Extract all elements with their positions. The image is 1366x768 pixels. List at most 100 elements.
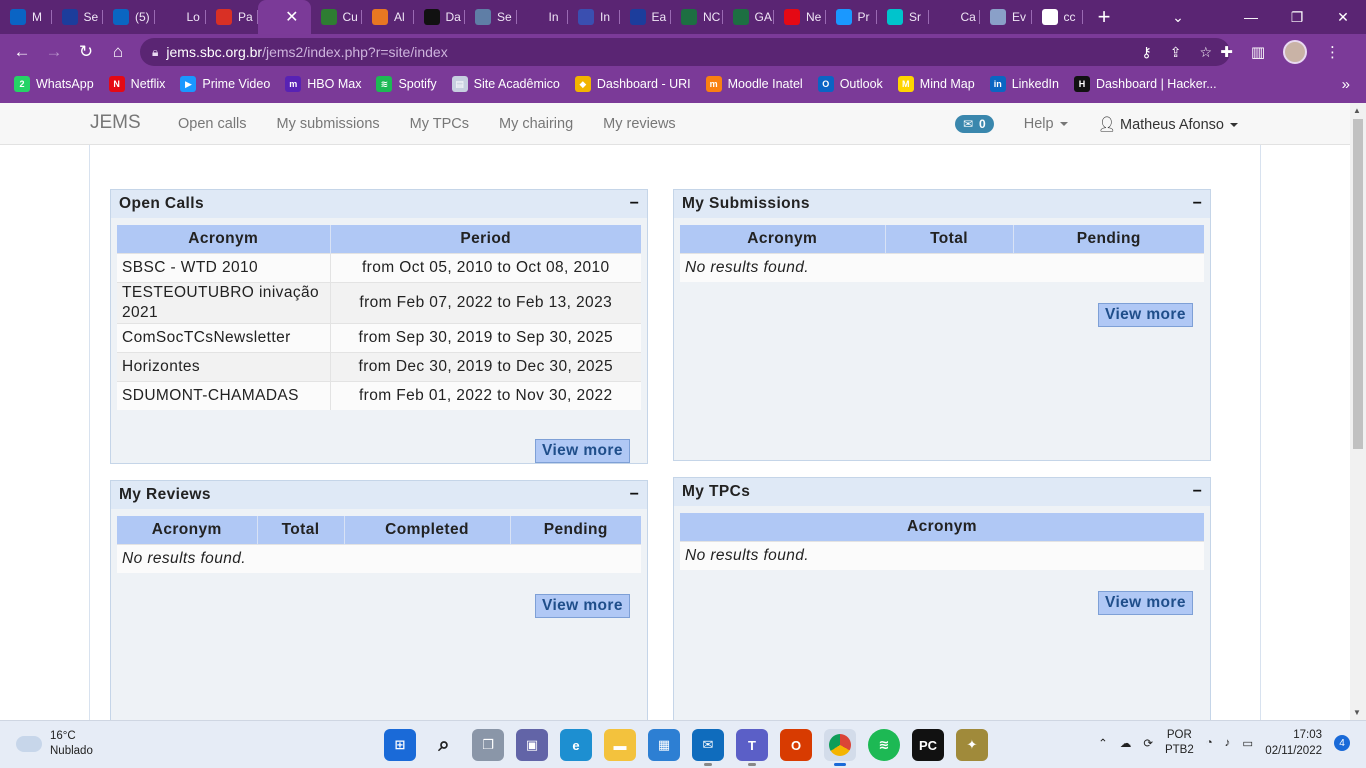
wifi-icon[interactable]: ◔ (1206, 737, 1213, 749)
password-key-icon[interactable]: ⚷ (1141, 44, 1151, 61)
bookmark-item[interactable]: ◆ Dashboard - URI (574, 76, 691, 92)
edge-icon[interactable]: e (560, 729, 592, 761)
restore-icon[interactable]: ❐ (1274, 9, 1320, 26)
share-icon[interactable]: ⇪ (1170, 44, 1182, 61)
browser-menu-icon[interactable]: ⋮ (1325, 43, 1340, 61)
bookmark-item[interactable]: M Mind Map (897, 76, 975, 92)
collapse-icon[interactable]: − (1193, 483, 1202, 501)
start-windows-icon[interactable]: ⊞ (384, 729, 416, 761)
bookmark-item[interactable]: ▶ Prime Video (180, 76, 270, 92)
bookmark-item[interactable]: m Moodle Inatel (705, 76, 803, 92)
scrollbar-thumb[interactable] (1353, 119, 1363, 449)
browser-tab[interactable]: Ca (929, 0, 981, 34)
jems-brand[interactable]: JEMS (90, 112, 141, 134)
acronym-cell[interactable]: ComSocTCsNewsletter (117, 322, 331, 352)
column-header[interactable]: Pending (510, 516, 641, 544)
forward-icon[interactable]: → (38, 42, 70, 62)
search-icon[interactable]: ⌕ (428, 729, 460, 761)
column-header[interactable]: Pending (1013, 225, 1204, 253)
task-view-icon[interactable]: ❐ (472, 729, 504, 761)
nav-my-reviews[interactable]: My reviews (603, 116, 676, 132)
scroll-down-icon[interactable]: ▼ (1353, 708, 1361, 717)
browser-tab[interactable]: In (517, 0, 569, 34)
teams-chat-icon[interactable]: ▣ (516, 729, 548, 761)
browser-tab[interactable]: Al (362, 0, 414, 34)
file-explorer-icon[interactable]: ▬ (604, 729, 636, 761)
column-header[interactable]: Acronym (117, 516, 258, 544)
column-header[interactable]: Acronym (680, 513, 1204, 541)
home-icon[interactable]: ⌂ (102, 42, 134, 62)
browser-tab[interactable]: cc (1032, 0, 1084, 34)
lock-icon[interactable]: 🔒︎ (152, 45, 158, 60)
close-tab-icon[interactable]: ✕ (285, 7, 298, 27)
nav-open-calls[interactable]: Open calls (178, 116, 247, 132)
nav-my-chairing[interactable]: My chairing (499, 116, 573, 132)
teams-icon[interactable]: T (736, 729, 768, 766)
chrome-icon[interactable] (824, 729, 856, 766)
table-row[interactable]: SBSC - WTD 2010 from Oct 05, 2010 to Oct… (117, 252, 641, 282)
minimize-icon[interactable]: — (1228, 9, 1274, 25)
browser-tab[interactable]: ✕ (257, 0, 311, 34)
new-tab-icon[interactable]: + (1089, 4, 1119, 30)
browser-tab[interactable]: Pa (206, 0, 258, 34)
bookmarks-overflow-icon[interactable]: » (1342, 76, 1350, 93)
pycharm-icon[interactable]: PC (912, 729, 944, 761)
browser-tab[interactable]: Sr (877, 0, 929, 34)
browser-tab[interactable]: Ea (620, 0, 672, 34)
browser-tab[interactable]: Lo (155, 0, 207, 34)
column-header[interactable]: Total (257, 516, 345, 544)
view-more-button[interactable]: View more (1098, 303, 1193, 327)
column-header[interactable]: Period (330, 225, 641, 253)
bookmark-item[interactable]: 2 WhatsApp (14, 76, 94, 92)
close-window-icon[interactable]: ✕ (1320, 9, 1366, 26)
column-header[interactable]: Acronym (680, 225, 886, 253)
weather-widget[interactable]: 16°C Nublado (16, 729, 93, 759)
acronym-cell[interactable]: SDUMONT-CHAMADAS (117, 380, 331, 410)
bookmark-star-icon[interactable]: ☆ (1199, 44, 1212, 61)
side-panel-icon[interactable]: ▥ (1251, 43, 1265, 61)
volume-icon[interactable]: ♪ (1225, 737, 1231, 749)
browser-tab[interactable]: Pr (826, 0, 878, 34)
column-header[interactable]: Completed (344, 516, 511, 544)
address-bar[interactable]: 🔒︎ jems.sbc.org.br/jems2/index.php?r=sit… (140, 38, 1230, 66)
column-header[interactable]: Acronym (117, 225, 331, 253)
chevron-up-icon[interactable]: ⌃ (1098, 736, 1108, 750)
acronym-cell[interactable]: Horizontes (117, 351, 331, 381)
browser-tab[interactable]: (5) (103, 0, 155, 34)
bookmark-item[interactable]: ≋ Spotify (376, 76, 437, 92)
extensions-puzzle-icon[interactable]: ✚ (1220, 43, 1233, 61)
browser-tab[interactable]: Se (52, 0, 104, 34)
column-header[interactable]: Total (885, 225, 1014, 253)
acronym-cell[interactable]: TESTEOUTUBRO inivação 2021 (117, 281, 331, 323)
onedrive-icon[interactable]: ☁ (1120, 736, 1132, 750)
collapse-icon[interactable]: − (630, 195, 639, 213)
battery-icon[interactable]: ▭ (1242, 736, 1253, 750)
table-row[interactable]: ComSocTCsNewsletter from Sep 30, 2019 to… (117, 322, 641, 352)
table-row[interactable]: Horizontes from Dec 30, 2019 to Dec 30, … (117, 351, 641, 381)
collapse-icon[interactable]: − (1193, 195, 1202, 213)
bookmark-item[interactable]: ▤ Site Acadêmico (451, 76, 560, 92)
help-menu[interactable]: Help (1024, 116, 1068, 132)
bookmark-item[interactable]: m HBO Max (285, 76, 361, 92)
game-icon[interactable]: ✦ (956, 729, 988, 761)
reload-icon[interactable]: ↻ (70, 42, 102, 62)
table-row[interactable]: SDUMONT-CHAMADAS from Feb 01, 2022 to No… (117, 380, 641, 410)
back-icon[interactable]: ← (6, 42, 38, 62)
sync-icon[interactable]: ⟳ (1143, 736, 1153, 750)
browser-tab[interactable]: Se (465, 0, 517, 34)
tab-search-chevron-icon[interactable]: ⌄ (1158, 9, 1198, 26)
browser-tab[interactable]: Ne (774, 0, 826, 34)
browser-tab[interactable]: Ev (980, 0, 1032, 34)
language-indicator[interactable]: POR PTB2 (1165, 728, 1194, 758)
nav-my-submissions[interactable]: My submissions (277, 116, 380, 132)
nav-my-tpcs[interactable]: My TPCs (410, 116, 469, 132)
bookmark-item[interactable]: O Outlook (817, 76, 883, 92)
view-more-button[interactable]: View more (1098, 591, 1193, 615)
view-more-button[interactable]: View more (535, 439, 630, 463)
browser-tab[interactable]: In (568, 0, 620, 34)
bookmark-item[interactable]: N Netflix (108, 76, 165, 92)
collapse-icon[interactable]: − (630, 486, 639, 504)
browser-tab[interactable]: M (0, 0, 52, 34)
bookmark-item[interactable]: in LinkedIn (989, 76, 1059, 92)
bookmark-item[interactable]: H Dashboard | Hacker... (1073, 76, 1217, 92)
